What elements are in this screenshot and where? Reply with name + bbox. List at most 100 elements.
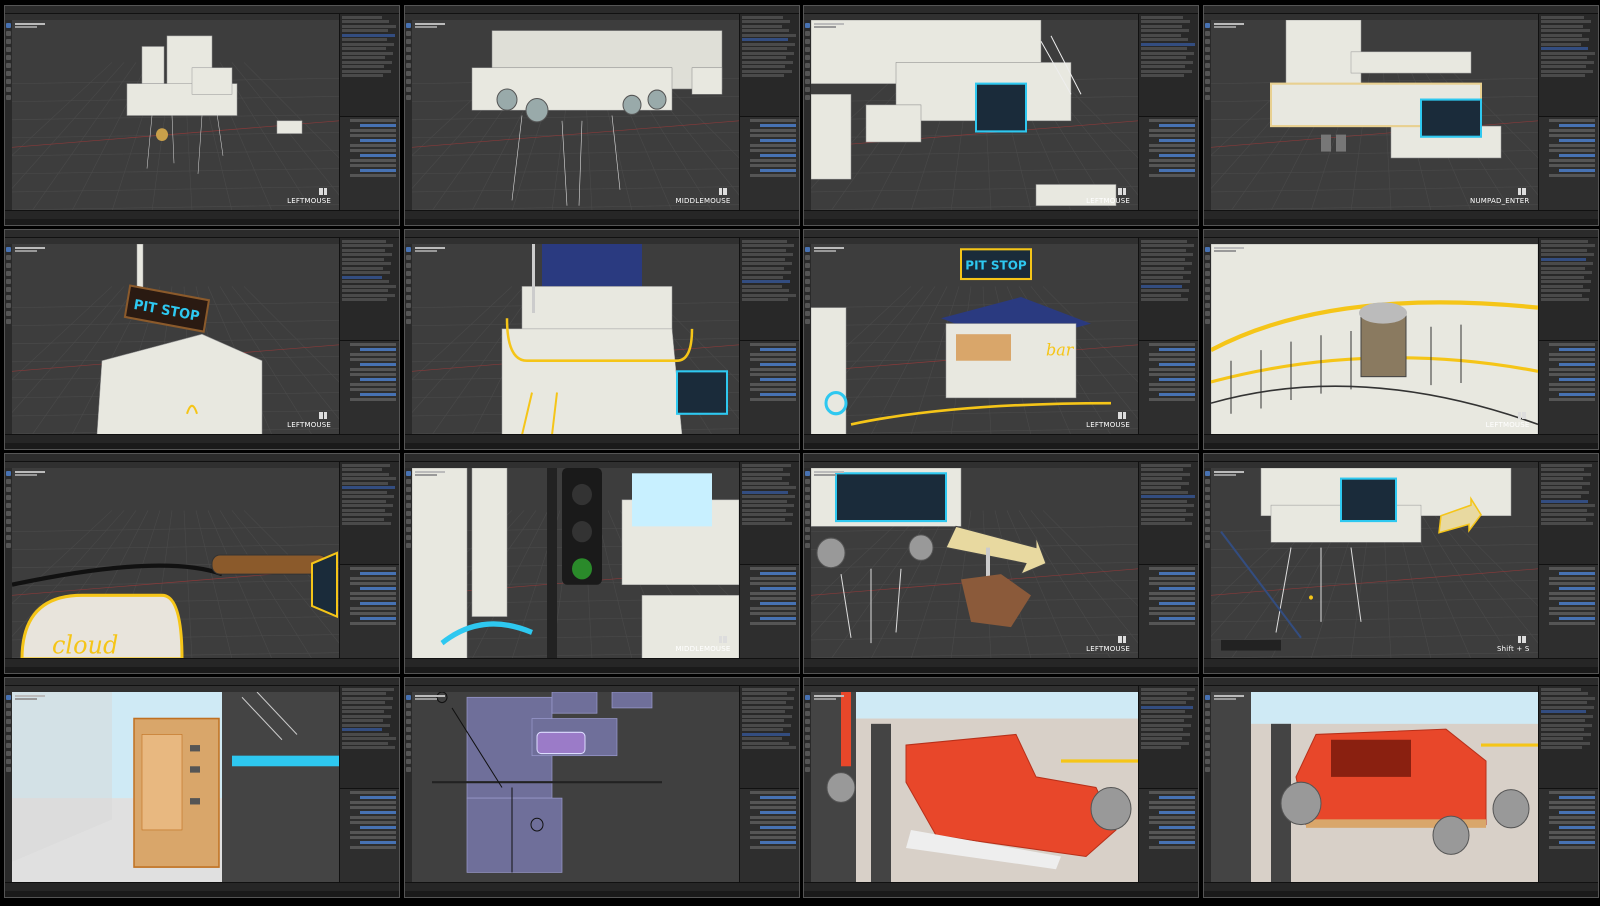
outliner-row[interactable] bbox=[1141, 42, 1195, 46]
outliner-row[interactable] bbox=[741, 723, 791, 727]
timeline-bar[interactable] bbox=[5, 210, 399, 219]
outliner-row[interactable] bbox=[1540, 257, 1586, 261]
property-field[interactable] bbox=[1548, 820, 1595, 824]
properties-panel[interactable] bbox=[738, 787, 799, 883]
property-field[interactable] bbox=[759, 795, 796, 799]
property-field[interactable] bbox=[759, 392, 796, 396]
outliner-row[interactable] bbox=[1141, 280, 1190, 283]
outliner-row[interactable] bbox=[342, 24, 396, 28]
outliner-row[interactable] bbox=[342, 15, 382, 19]
outliner-row[interactable] bbox=[1540, 737, 1583, 740]
outliner-row[interactable] bbox=[1141, 38, 1188, 41]
property-field[interactable] bbox=[749, 133, 796, 137]
outliner-row[interactable] bbox=[741, 741, 789, 745]
outliner-row[interactable] bbox=[1141, 710, 1185, 713]
property-field[interactable] bbox=[1548, 815, 1595, 819]
property-field[interactable] bbox=[350, 148, 396, 152]
property-field[interactable] bbox=[1558, 168, 1595, 172]
property-field[interactable] bbox=[749, 805, 796, 809]
top-menu-bar[interactable] bbox=[404, 6, 799, 21]
outliner-row[interactable] bbox=[1540, 472, 1591, 476]
property-field[interactable] bbox=[350, 800, 396, 804]
outliner-row[interactable] bbox=[342, 248, 385, 252]
property-field[interactable] bbox=[749, 591, 796, 595]
property-field[interactable] bbox=[749, 621, 796, 625]
tool-shelf[interactable] bbox=[404, 244, 412, 435]
top-menu-bar[interactable] bbox=[1203, 678, 1598, 693]
timeline-bar[interactable] bbox=[1203, 210, 1598, 219]
property-field[interactable] bbox=[1159, 153, 1195, 157]
outliner-row[interactable] bbox=[1540, 517, 1586, 521]
property-field[interactable] bbox=[350, 143, 396, 147]
3d-viewport[interactable]: LEFTMOUSE bbox=[811, 20, 1138, 211]
outliner-row[interactable] bbox=[342, 714, 391, 718]
3d-viewport[interactable] bbox=[411, 692, 739, 883]
outliner-row[interactable] bbox=[741, 701, 786, 704]
property-field[interactable] bbox=[1149, 158, 1195, 162]
outliner-row[interactable] bbox=[1540, 499, 1588, 503]
property-field[interactable] bbox=[759, 347, 796, 351]
property-field[interactable] bbox=[1149, 800, 1195, 804]
outliner-row[interactable] bbox=[741, 38, 788, 41]
outliner-row[interactable] bbox=[1141, 472, 1190, 476]
outliner-panel[interactable] bbox=[1537, 462, 1598, 568]
outliner-row[interactable] bbox=[741, 495, 795, 498]
outliner-row[interactable] bbox=[1540, 508, 1587, 512]
outliner-row[interactable] bbox=[1540, 468, 1584, 471]
outliner-row[interactable] bbox=[342, 38, 387, 41]
outliner-row[interactable] bbox=[1540, 284, 1583, 288]
property-field[interactable] bbox=[749, 815, 796, 819]
3d-viewport[interactable]: NUMPAD_ENTER bbox=[1210, 20, 1538, 211]
property-field[interactable] bbox=[749, 367, 796, 371]
property-field[interactable] bbox=[1159, 347, 1195, 351]
outliner-row[interactable] bbox=[741, 490, 788, 494]
outliner-row[interactable] bbox=[1141, 248, 1186, 252]
outliner-panel[interactable] bbox=[738, 14, 799, 120]
outliner-row[interactable] bbox=[1141, 513, 1193, 516]
outliner-row[interactable] bbox=[1141, 60, 1193, 64]
property-field[interactable] bbox=[1558, 825, 1595, 829]
property-field[interactable] bbox=[360, 795, 396, 799]
outliner-row[interactable] bbox=[342, 244, 393, 247]
property-field[interactable] bbox=[1159, 840, 1195, 844]
property-field[interactable] bbox=[360, 362, 396, 366]
property-field[interactable] bbox=[1548, 611, 1595, 615]
outliner-row[interactable] bbox=[1540, 51, 1595, 55]
outliner-row[interactable] bbox=[342, 508, 385, 512]
properties-panel[interactable] bbox=[1537, 115, 1598, 211]
outliner-row[interactable] bbox=[342, 710, 384, 713]
outliner-row[interactable] bbox=[1141, 293, 1181, 297]
outliner-row[interactable] bbox=[1141, 701, 1186, 704]
3d-viewport[interactable] bbox=[12, 692, 339, 883]
outliner-row[interactable] bbox=[1540, 710, 1586, 713]
top-menu-bar[interactable] bbox=[804, 678, 1198, 693]
outliner-row[interactable] bbox=[1540, 692, 1588, 695]
outliner-panel[interactable] bbox=[738, 238, 799, 344]
property-field[interactable] bbox=[1159, 571, 1195, 575]
outliner-row[interactable] bbox=[741, 42, 795, 46]
property-field[interactable] bbox=[1548, 596, 1595, 600]
outliner-row[interactable] bbox=[1141, 728, 1183, 731]
property-field[interactable] bbox=[759, 586, 796, 590]
properties-panel[interactable] bbox=[339, 563, 399, 659]
property-field[interactable] bbox=[1159, 362, 1195, 366]
outliner-panel[interactable] bbox=[1138, 238, 1198, 344]
property-field[interactable] bbox=[1548, 148, 1595, 152]
outliner-row[interactable] bbox=[1141, 741, 1189, 745]
property-field[interactable] bbox=[350, 820, 396, 824]
property-field[interactable] bbox=[1159, 795, 1195, 799]
property-field[interactable] bbox=[1149, 133, 1195, 137]
outliner-row[interactable] bbox=[741, 714, 792, 718]
outliner-row[interactable] bbox=[342, 522, 391, 525]
property-field[interactable] bbox=[749, 397, 796, 401]
property-field[interactable] bbox=[749, 611, 796, 615]
tool-shelf[interactable] bbox=[804, 244, 811, 435]
outliner-row[interactable] bbox=[342, 481, 388, 485]
property-field[interactable] bbox=[360, 347, 396, 351]
property-field[interactable] bbox=[1548, 606, 1595, 610]
outliner-row[interactable] bbox=[1540, 477, 1583, 480]
3d-viewport[interactable]: PIT STOP LEFTMOUSE bbox=[12, 244, 339, 435]
property-field[interactable] bbox=[749, 382, 796, 386]
timeline-bar[interactable] bbox=[404, 210, 799, 219]
outliner-row[interactable] bbox=[741, 47, 787, 50]
